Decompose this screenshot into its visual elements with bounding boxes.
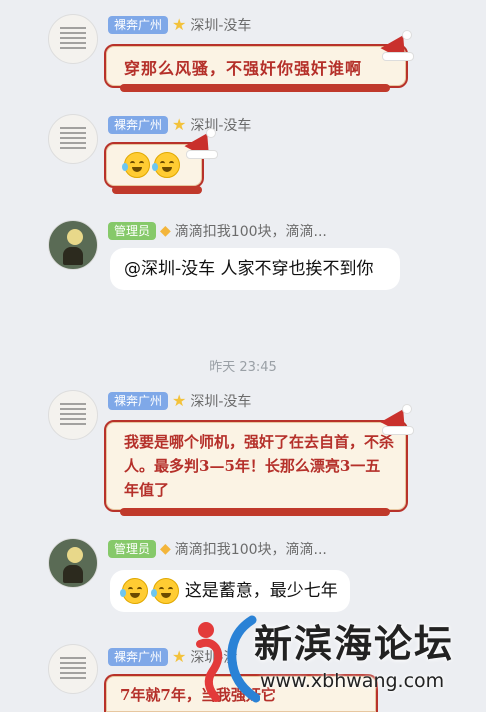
santa-hat-icon bbox=[182, 126, 220, 160]
star-icon: ★ bbox=[172, 391, 187, 410]
crying-laughing-emoji-icon bbox=[122, 152, 150, 178]
message-text: @深圳-没车 人家不穿也挨不到你 bbox=[124, 259, 374, 279]
santa-hat-icon bbox=[378, 28, 416, 62]
avatar[interactable] bbox=[48, 538, 98, 588]
avatar-moon bbox=[67, 229, 83, 245]
ribbon-decoration bbox=[120, 84, 390, 92]
ribbon-decoration bbox=[120, 508, 390, 516]
group-badge: 裸奔广州 bbox=[108, 648, 169, 666]
sender-name[interactable]: 滴滴扣我100块，滴滴... bbox=[175, 539, 327, 559]
watermark-logo-icon bbox=[196, 615, 260, 703]
message-bubble[interactable]: 这是蓄意，最少七年 bbox=[110, 570, 350, 612]
sender-row: 裸奔广州 ★ 深圳-没车 bbox=[108, 14, 251, 36]
watermark-title: 新滨海论坛 bbox=[254, 622, 455, 666]
group-badge: 裸奔广州 bbox=[108, 16, 169, 34]
timestamp: 昨天 23:45 bbox=[209, 360, 277, 375]
star-icon: ★ bbox=[172, 15, 187, 34]
admin-badge: 管理员 bbox=[108, 540, 157, 558]
forum-watermark: 新滨海论坛 www.xbhwang.com bbox=[190, 612, 486, 712]
festive-card-bubble[interactable]: 我要是哪个师机，强奸了在去自首，不杀人。最多判3—5年！长那么漂亮3一五年值了 bbox=[104, 420, 408, 512]
avatar[interactable] bbox=[48, 114, 98, 164]
message-text: 我要是哪个师机，强奸了在去自首，不杀人。最多判3—5年！长那么漂亮3一五年值了 bbox=[124, 433, 395, 499]
ribbon-decoration bbox=[112, 186, 202, 194]
crying-laughing-emoji-icon bbox=[152, 152, 180, 178]
admin-badge: 管理员 bbox=[108, 222, 157, 240]
sender-row: 裸奔广州 ★ 深圳-没车 bbox=[108, 390, 251, 412]
group-badge: 裸奔广州 bbox=[108, 116, 169, 134]
sender-name[interactable]: 滴滴扣我100块，滴滴... bbox=[175, 221, 327, 241]
avatar[interactable] bbox=[48, 220, 98, 270]
sender-name[interactable]: 深圳-没车 bbox=[190, 15, 251, 35]
festive-card-bubble[interactable]: 穿那么风骚，不强奸你强奸谁啊 bbox=[104, 44, 408, 88]
crying-laughing-emoji-icon bbox=[120, 578, 148, 604]
avatar-figure bbox=[63, 247, 83, 265]
crying-laughing-emoji-icon bbox=[151, 578, 180, 604]
avatar-text-lines bbox=[60, 403, 86, 428]
avatar[interactable] bbox=[48, 644, 98, 694]
avatar-moon bbox=[67, 547, 83, 563]
sender-row: 裸奔广州 ★ 深圳-没车 bbox=[108, 114, 251, 136]
star-icon: ★ bbox=[172, 647, 187, 666]
santa-hat-icon bbox=[378, 402, 416, 436]
sender-name[interactable]: 深圳-没车 bbox=[190, 391, 251, 411]
group-badge: 裸奔广州 bbox=[108, 392, 169, 410]
sender-row: 管理员 ◆ 滴滴扣我100块，滴滴... bbox=[108, 538, 327, 560]
avatar-figure bbox=[63, 565, 83, 583]
avatar[interactable] bbox=[48, 14, 98, 64]
message-text: 这是蓄意，最少七年 bbox=[184, 581, 338, 601]
message-text: 穿那么风骚，不强奸你强奸谁啊 bbox=[124, 59, 363, 78]
avatar-text-lines bbox=[60, 127, 86, 152]
avatar-text-lines bbox=[60, 27, 86, 52]
message-bubble[interactable]: @深圳-没车 人家不穿也挨不到你 bbox=[110, 248, 400, 290]
diamond-icon: ◆ bbox=[160, 541, 171, 557]
diamond-icon: ◆ bbox=[160, 223, 171, 239]
avatar-text-lines bbox=[60, 657, 86, 682]
avatar[interactable] bbox=[48, 390, 98, 440]
watermark-url: www.xbhwang.com bbox=[260, 670, 445, 692]
sender-row: 管理员 ◆ 滴滴扣我100块，滴滴... bbox=[108, 220, 327, 242]
